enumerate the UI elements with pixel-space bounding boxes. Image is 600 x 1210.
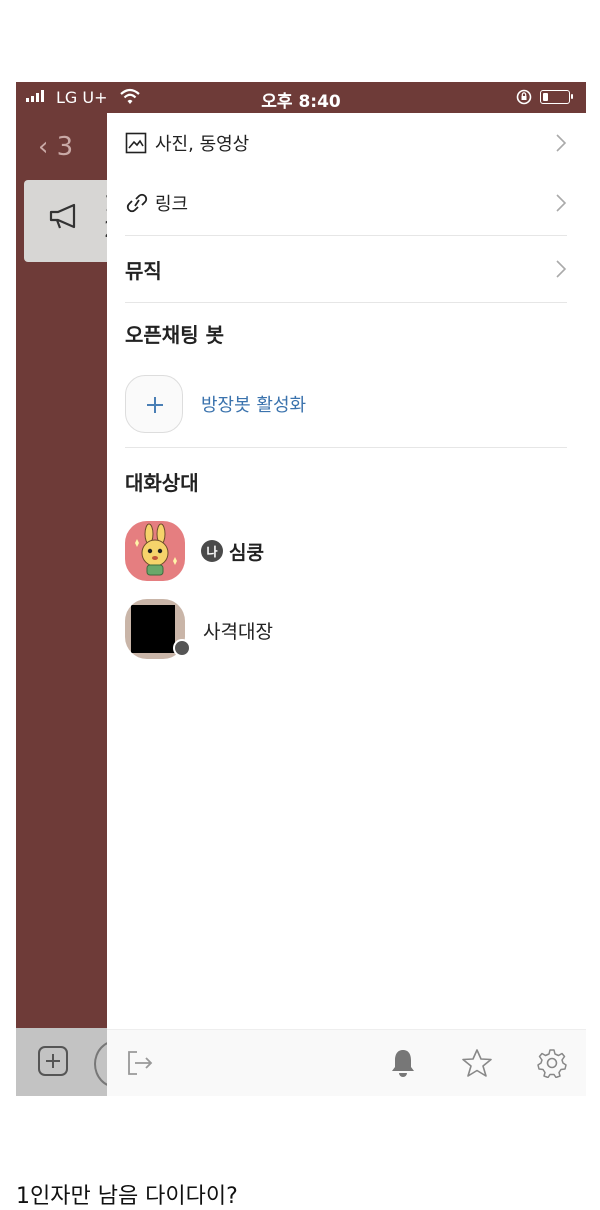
menu-label: 링크 xyxy=(155,194,189,215)
kakao-character-avatar xyxy=(135,523,177,576)
rotation-lock-icon xyxy=(516,89,532,105)
avatar xyxy=(125,599,191,661)
participant-name: 심쿵 xyxy=(229,541,264,564)
menu-links[interactable]: 링크 xyxy=(125,183,567,223)
participants-title: 대화상대 xyxy=(125,471,199,495)
chat-input-bar xyxy=(16,1028,138,1096)
divider xyxy=(125,302,567,303)
post-caption: 1인자만 남음 다이다이? xyxy=(16,1184,238,1209)
chevron-right-icon xyxy=(556,260,567,278)
plus-icon xyxy=(125,375,183,433)
phone-screen: LG U+ 오후 8:40 ‹ 3 12 xyxy=(16,82,586,1096)
link-icon xyxy=(126,193,148,213)
menu-label: 뮤직 xyxy=(125,258,162,283)
menu-music[interactable]: 뮤직 xyxy=(125,247,567,291)
megaphone-icon xyxy=(49,203,76,229)
status-bar: LG U+ 오후 8:40 xyxy=(16,82,586,113)
battery-icon xyxy=(540,90,573,104)
star-icon[interactable] xyxy=(461,1048,493,1078)
add-attachment-button[interactable] xyxy=(38,1046,68,1076)
openchat-bot-title: 오픈채팅 봇 xyxy=(125,323,224,347)
bell-icon[interactable] xyxy=(389,1048,417,1078)
me-badge: 나 xyxy=(201,540,223,562)
chatroom-drawer: 사진, 동영상 링크 뮤직 오픈채팅 봇 방장봇 활성화 대화상대 나 심쿵 사… xyxy=(107,113,586,1096)
menu-label: 사진, 동영상 xyxy=(155,134,250,155)
participant-row[interactable]: 나 심쿵 xyxy=(125,521,264,581)
gear-icon[interactable] xyxy=(537,1048,567,1078)
unread-count: 3 xyxy=(56,132,74,162)
divider xyxy=(125,235,567,236)
participant-name: 사격대장 xyxy=(203,620,273,643)
back-button[interactable]: ‹ 3 xyxy=(38,132,73,162)
divider xyxy=(125,447,567,448)
avatar xyxy=(125,521,185,581)
activate-host-bot-label: 방장봇 활성화 xyxy=(201,395,307,416)
activate-host-bot[interactable]: 방장봇 활성화 xyxy=(125,375,306,433)
chevron-left-icon: ‹ xyxy=(38,132,49,162)
drawer-toolbar xyxy=(107,1029,586,1096)
menu-photos-videos[interactable]: 사진, 동영상 xyxy=(125,123,567,163)
clock: 오후 8:40 xyxy=(261,92,341,112)
photo-icon xyxy=(125,132,147,154)
exit-icon[interactable] xyxy=(125,1048,155,1078)
profile-badge-icon xyxy=(173,639,191,657)
chevron-right-icon xyxy=(556,134,567,152)
participant-row[interactable]: 사격대장 xyxy=(125,599,273,661)
chevron-right-icon xyxy=(556,194,567,212)
